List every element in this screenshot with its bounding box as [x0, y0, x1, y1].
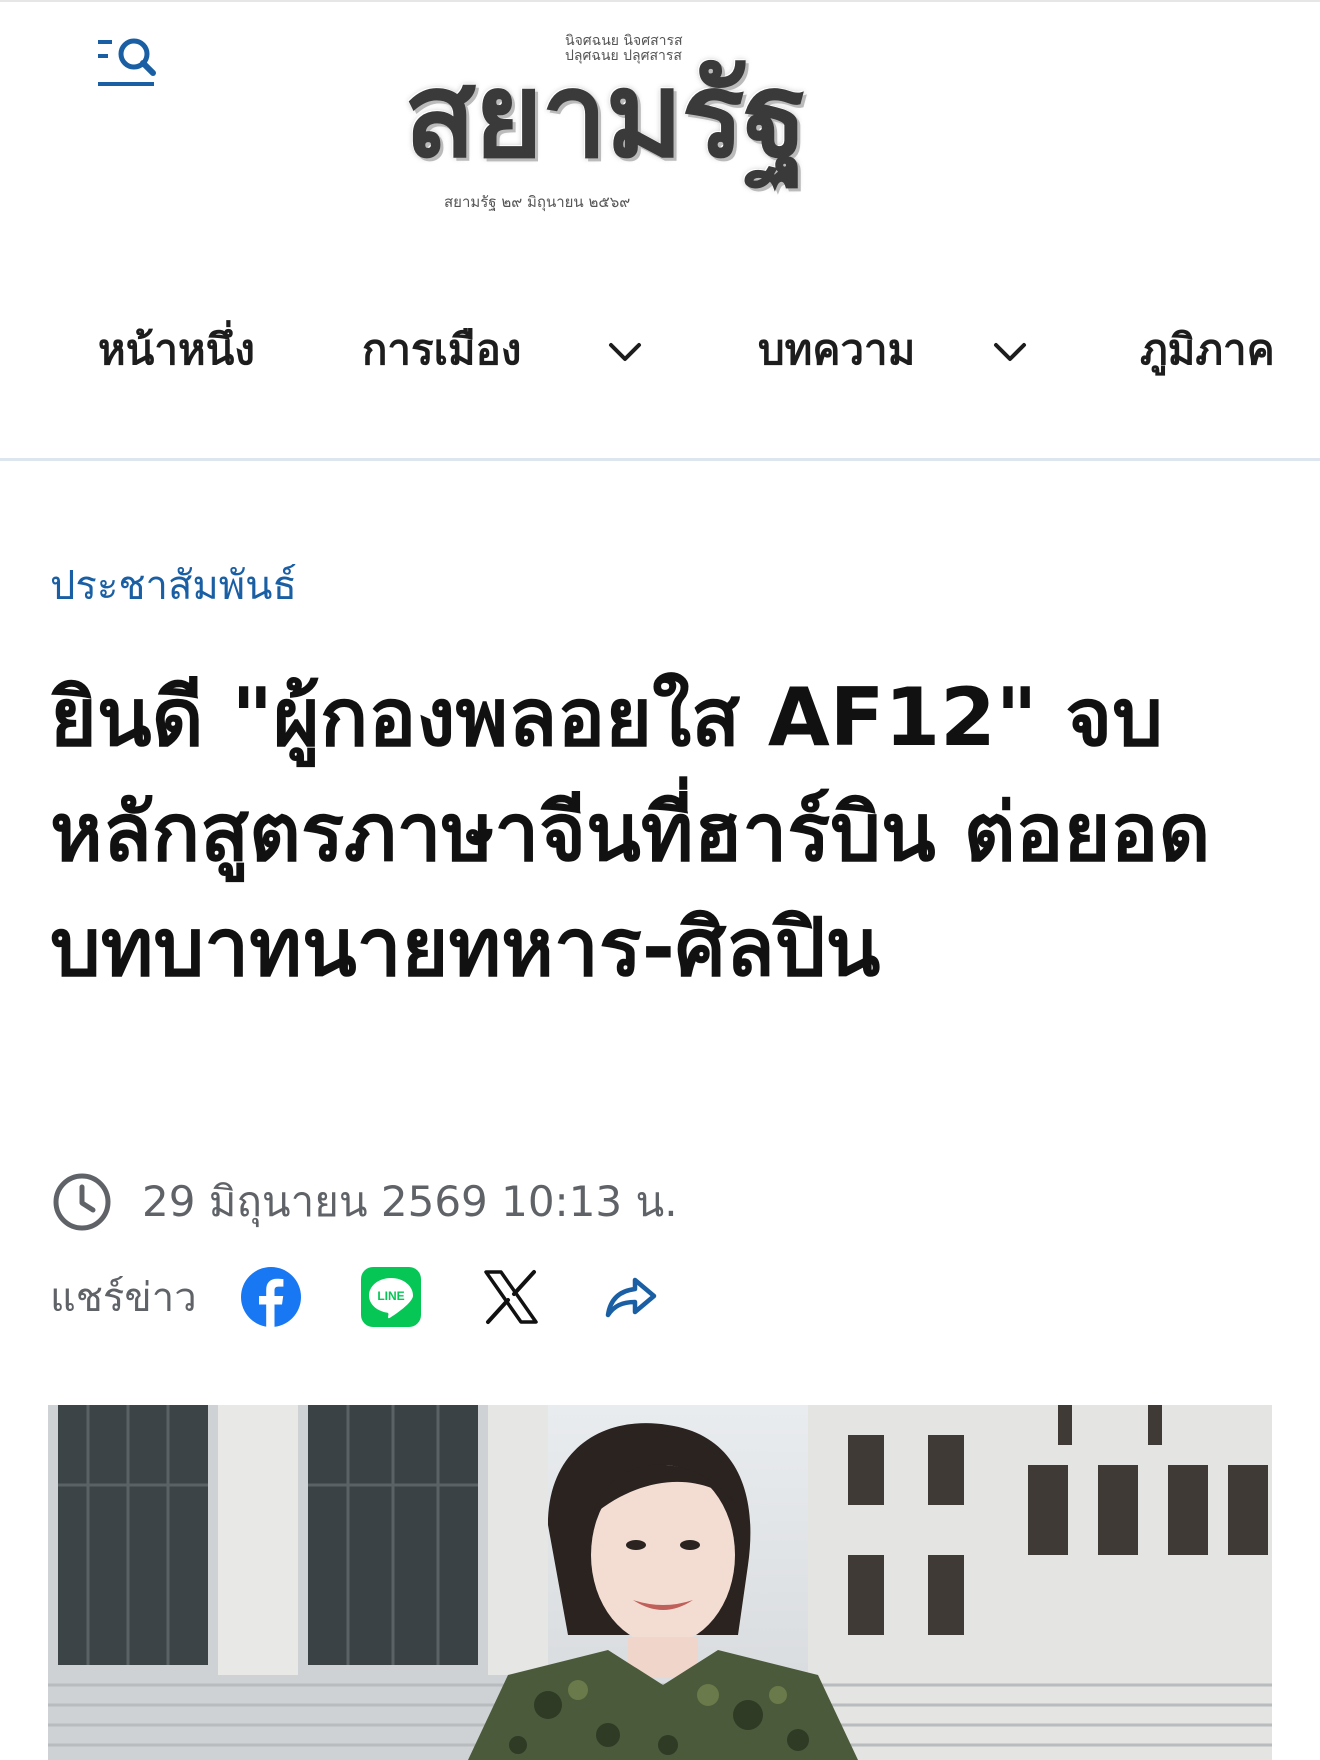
publish-time: 29 มิถุนายน 2569 10:13 น.	[142, 1177, 678, 1226]
share-label: แชร์ข่าว	[50, 1275, 197, 1321]
nav-item-politics[interactable]: การเมือง	[362, 310, 521, 390]
share-x-button[interactable]	[479, 1265, 543, 1329]
article-hero-image	[48, 1405, 1272, 1760]
nav-item-label: การเมือง	[362, 325, 522, 374]
nav-item-label: หน้าหนึ่ง	[98, 325, 255, 374]
nav-divider	[0, 458, 1320, 461]
main-nav: หน้าหนึ่ง การเมือง บทความ ภูมิภาค	[0, 310, 1320, 400]
line-icon: LINE	[360, 1267, 421, 1327]
logo-date: สยามรัฐ ๒๙ มิถุนายน ๒๕๖๙	[444, 193, 631, 211]
menu-search-icon	[98, 38, 156, 86]
x-icon	[483, 1270, 538, 1324]
share-facebook-button[interactable]	[239, 1265, 303, 1329]
share-more-button[interactable]	[599, 1265, 663, 1329]
menu-search-button[interactable]	[96, 34, 160, 90]
clock-icon	[53, 1173, 111, 1231]
site-logo[interactable]: นิจศฉนย นิจศสารส ปลุศฉนย ปลุศสารส สยามรั…	[400, 28, 910, 218]
facebook-icon	[240, 1267, 301, 1328]
share-arrow-icon	[605, 1277, 656, 1318]
hero-photo	[48, 1405, 1272, 1760]
share-bar: แชร์ข่าว LINE	[50, 1262, 719, 1332]
article-category-link[interactable]: ประชาสัมพันธ์	[50, 553, 297, 617]
nav-item-label: ภูมิภาค	[1140, 325, 1275, 374]
article-headline: ยินดี "ผู้กองพลอยใส AF12" จบหลักสูตรภาษา…	[50, 671, 1211, 994]
article-meta: 29 มิถุนายน 2569 10:13 น.	[52, 1170, 678, 1234]
nav-item-articles[interactable]: บทความ	[758, 310, 915, 390]
share-line-button[interactable]: LINE	[359, 1265, 423, 1329]
chevron-down-icon[interactable]	[605, 332, 645, 372]
site-header: นิจศฉนย นิจศสารส ปลุศฉนย ปลุศสารส สยามรั…	[0, 0, 1320, 255]
logo-wordmark: สยามรัฐ	[404, 45, 808, 184]
svg-text:LINE: LINE	[377, 1289, 404, 1303]
nav-item-regional[interactable]: ภูมิภาค	[1140, 310, 1275, 390]
chevron-down-icon[interactable]	[990, 332, 1030, 372]
nav-item-label: บทความ	[758, 325, 916, 374]
nav-item-front-page[interactable]: หน้าหนึ่ง	[98, 310, 255, 390]
